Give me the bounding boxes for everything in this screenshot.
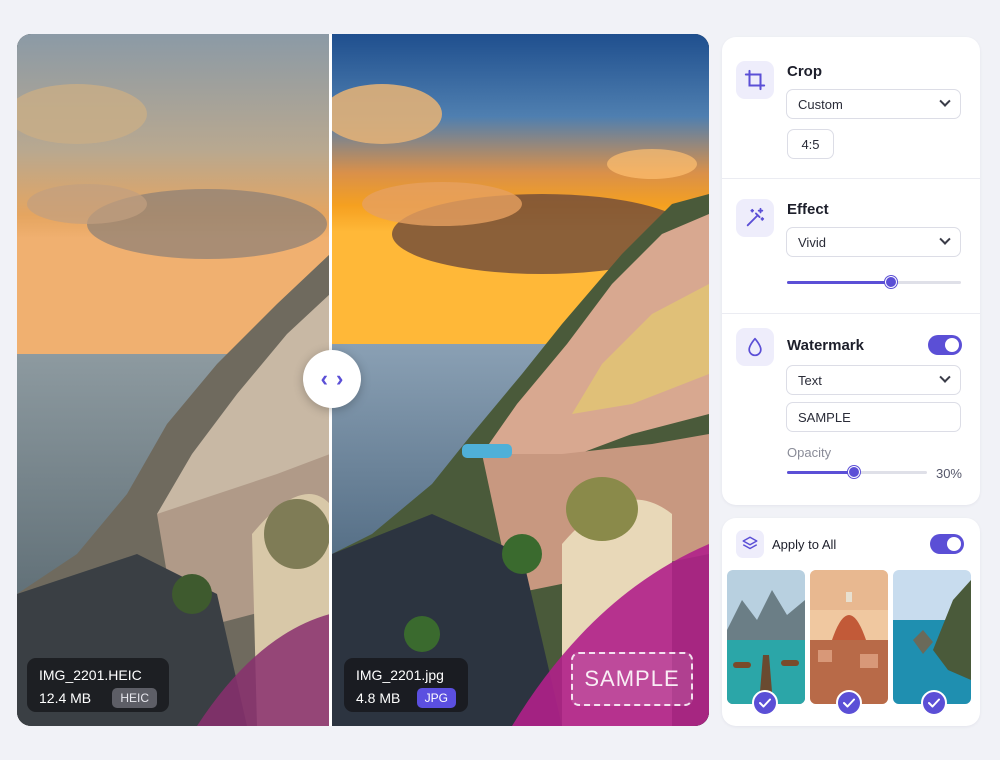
watermark-section: Watermark Text Opacity 30% <box>722 314 980 505</box>
converted-file-info: IMG_2201.jpg 4.8 MB JPG <box>344 658 468 712</box>
effect-label: Effect <box>787 201 829 218</box>
watermark-preview[interactable]: SAMPLE <box>571 652 693 706</box>
original-format-badge: HEIC <box>112 688 157 708</box>
opacity-value: 30% <box>935 466 962 481</box>
check-icon <box>843 698 855 708</box>
crop-mode-value: Custom <box>798 96 843 112</box>
watermark-type-value: Text <box>798 372 822 388</box>
thumbnail-selected-check[interactable] <box>752 690 778 716</box>
opacity-label: Opacity <box>787 445 832 460</box>
watermark-toggle[interactable] <box>928 335 962 355</box>
original-image <box>17 34 330 726</box>
settings-panel: Crop Custom 4:5 Effect Vivid Watermark T… <box>722 37 980 505</box>
apply-to-all-panel: Apply to All <box>722 518 980 726</box>
check-icon <box>928 698 940 708</box>
image-compare-view[interactable]: ‹ › IMG_2201.HEIC 12.4 MB HEIC IMG_2201.… <box>17 34 709 726</box>
crop-icon <box>736 61 774 99</box>
chevron-right-icon: › <box>336 366 344 391</box>
original-filename: IMG_2201.HEIC <box>39 667 142 683</box>
original-filesize: 12.4 MB <box>39 690 92 706</box>
toggle-knob <box>945 338 959 352</box>
thumbnail-selected-check[interactable] <box>921 690 947 716</box>
crop-mode-select[interactable]: Custom <box>786 89 961 119</box>
thumbnail-mountain-lake[interactable] <box>727 570 805 704</box>
apply-to-all-toggle[interactable] <box>930 534 964 554</box>
converted-photo <box>332 34 709 726</box>
slider-knob[interactable] <box>848 466 861 478</box>
converted-format-badge: JPG <box>416 688 456 708</box>
slider-knob[interactable] <box>885 276 898 288</box>
crop-label: Crop <box>787 63 822 80</box>
chevron-down-icon <box>939 233 951 245</box>
crop-ratio-field[interactable]: 4:5 <box>787 129 834 159</box>
magic-wand-icon <box>736 199 774 237</box>
effect-intensity-slider[interactable] <box>787 275 961 289</box>
chevron-left-icon: ‹ <box>320 366 328 391</box>
slider-fill <box>787 281 892 284</box>
original-file-info: IMG_2201.HEIC 12.4 MB HEIC <box>27 658 169 712</box>
original-photo <box>17 34 330 726</box>
apply-to-all-label: Apply to All <box>772 537 837 552</box>
thumbnail-coastal-cliffs[interactable] <box>893 570 971 704</box>
droplet-icon <box>736 328 774 366</box>
chevron-down-icon <box>939 371 951 383</box>
effect-preset-select[interactable]: Vivid <box>786 227 961 257</box>
converted-filesize: 4.8 MB <box>356 690 401 706</box>
watermark-type-select[interactable]: Text <box>786 365 961 395</box>
converted-filename: IMG_2201.jpg <box>356 667 444 683</box>
effect-section: Effect Vivid <box>722 179 980 313</box>
layers-icon <box>736 530 764 558</box>
thumbnail-florence-dome[interactable] <box>810 570 888 704</box>
crop-section: Crop Custom 4:5 <box>722 37 980 178</box>
check-icon <box>759 698 771 708</box>
watermark-label: Watermark <box>787 337 864 354</box>
toggle-knob <box>947 537 961 551</box>
thumbnail-selected-check[interactable] <box>836 690 862 716</box>
slider-fill <box>787 471 855 474</box>
effect-preset-value: Vivid <box>798 234 826 250</box>
opacity-slider[interactable] <box>787 465 927 479</box>
watermark-text-input[interactable] <box>786 402 961 432</box>
converted-image <box>332 34 709 726</box>
compare-slider-handle[interactable]: ‹ › <box>303 350 361 408</box>
chevron-down-icon <box>939 95 951 107</box>
